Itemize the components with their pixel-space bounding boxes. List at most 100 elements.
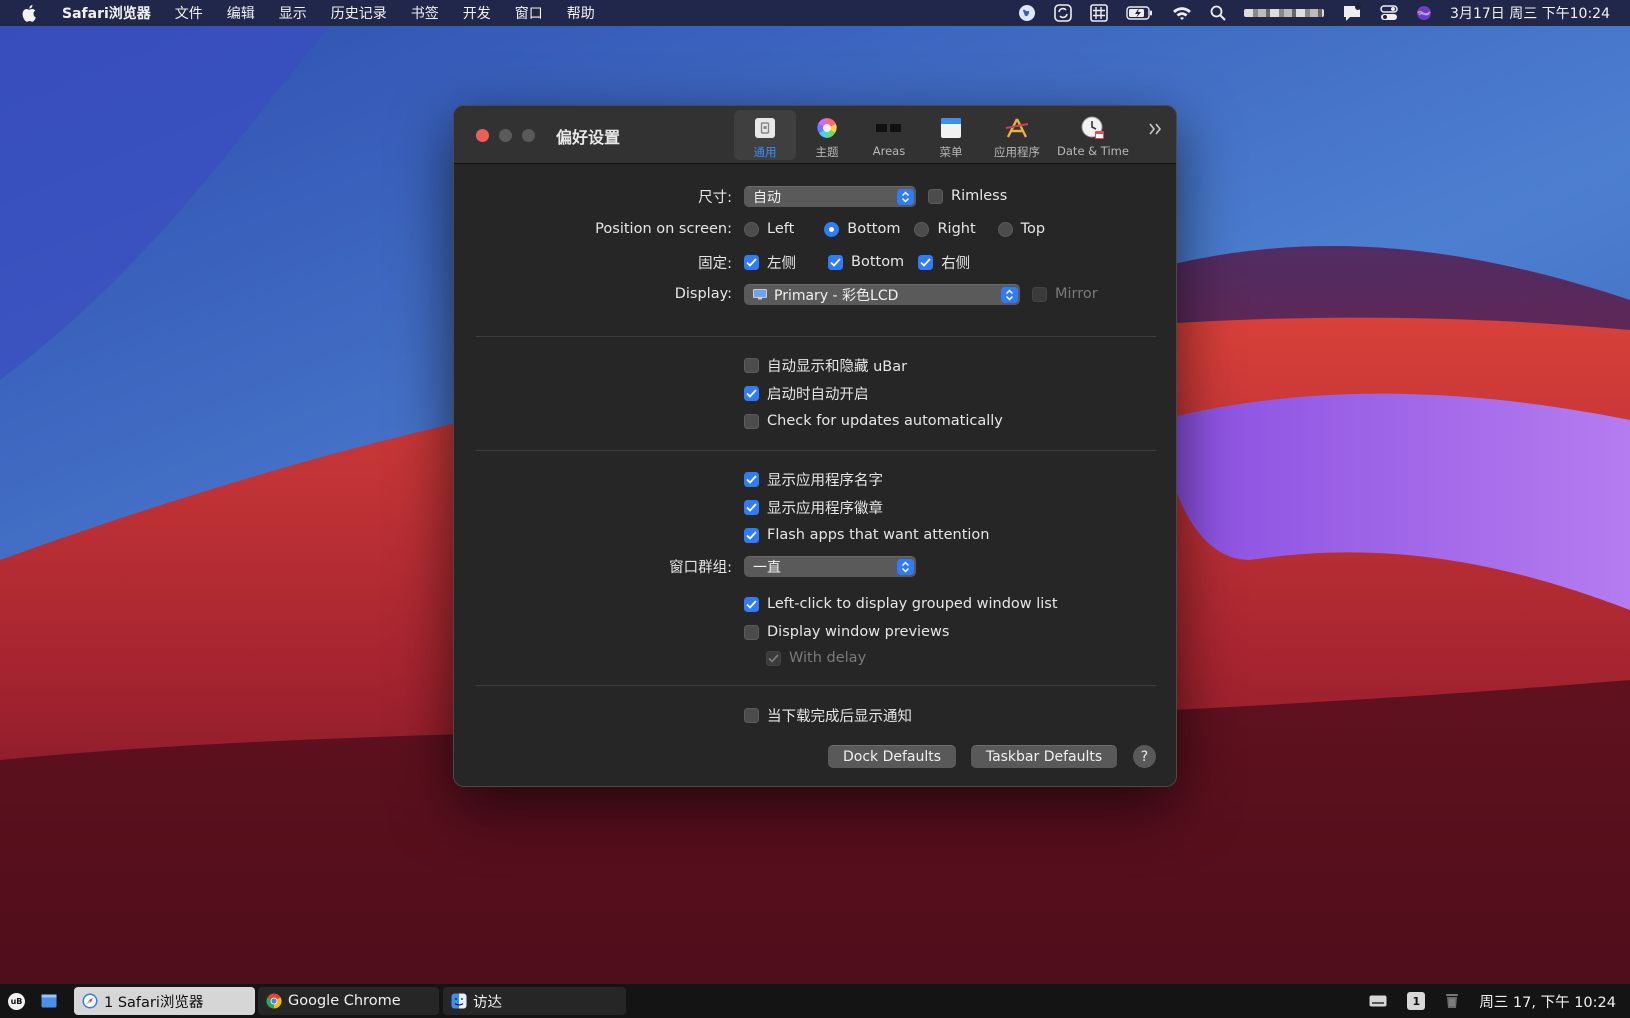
wifi-icon[interactable] xyxy=(1172,6,1192,21)
taskbar-app-safari[interactable]: 1 Safari浏览器 xyxy=(74,987,255,1015)
menu-history[interactable]: 历史记录 xyxy=(331,3,387,23)
position-right-option[interactable]: Right xyxy=(914,221,976,237)
desktop-number-badge[interactable]: 1 xyxy=(1407,992,1426,1010)
menu-develop[interactable]: 开发 xyxy=(463,3,491,23)
grouped-window-list-checkbox[interactable] xyxy=(744,596,759,612)
rimless-option[interactable]: Rimless xyxy=(928,188,1007,204)
position-top-label: Top xyxy=(1020,221,1046,237)
show-app-badges-option[interactable]: 显示应用程序徽章 xyxy=(744,497,883,518)
menu-view[interactable]: 显示 xyxy=(279,3,307,23)
apple-icon[interactable] xyxy=(22,4,44,22)
flash-apps-checkbox[interactable] xyxy=(744,527,759,543)
taskbar-app-finder[interactable]: 访达 xyxy=(443,987,626,1015)
menubar-clock[interactable]: 3月17日 周三 下午10:24 xyxy=(1450,3,1610,23)
tab-menu[interactable]: 菜单 xyxy=(920,110,982,160)
display-label: Display: xyxy=(674,286,732,302)
grouped-window-list-option[interactable]: Left-click to display grouped window lis… xyxy=(744,596,1058,612)
download-notify-checkbox[interactable] xyxy=(744,707,759,723)
tab-date-time-label: Date & Time xyxy=(1057,144,1129,158)
dock-defaults-button[interactable]: Dock Defaults xyxy=(828,745,956,768)
pin-left-option[interactable]: 左侧 xyxy=(744,252,796,273)
siri-icon[interactable] xyxy=(1416,5,1432,21)
help-button[interactable]: ? xyxy=(1133,745,1156,768)
grid-hash-icon[interactable] xyxy=(1090,4,1108,22)
window-previews-option[interactable]: Display window previews xyxy=(744,624,949,640)
sync-icon[interactable] xyxy=(1054,4,1072,22)
control-center-icon[interactable] xyxy=(1380,5,1398,21)
with-delay-option[interactable]: With delay xyxy=(766,650,866,666)
launch-at-login-checkbox[interactable] xyxy=(744,385,759,401)
zoom-button[interactable] xyxy=(522,129,535,142)
show-app-names-checkbox[interactable] xyxy=(744,471,759,487)
toolbar-overflow-icon[interactable] xyxy=(1148,120,1162,141)
theme-color-wheel-icon xyxy=(816,116,838,140)
tab-applications[interactable]: 应用程序 xyxy=(982,110,1052,160)
taskbar-app-chrome[interactable]: Google Chrome xyxy=(258,987,439,1015)
auto-hide-checkbox[interactable] xyxy=(744,357,759,373)
position-bottom-option[interactable]: Bottom xyxy=(824,221,900,237)
window-titlebar[interactable]: 偏好设置 通用 主题 Areas 菜单 应用程序 Date & Time xyxy=(454,106,1176,164)
position-top-radio[interactable] xyxy=(997,221,1013,237)
position-bottom-radio[interactable] xyxy=(824,221,840,237)
tab-general[interactable]: 通用 xyxy=(734,110,796,160)
close-button[interactable] xyxy=(476,129,489,142)
tab-theme[interactable]: 主题 xyxy=(796,110,858,160)
notification-icon[interactable] xyxy=(1342,4,1362,22)
with-delay-row: With delay xyxy=(454,646,1176,670)
window-group-popup[interactable]: 一直 xyxy=(744,555,916,577)
tab-applications-label: 应用程序 xyxy=(994,145,1040,159)
pin-left-checkbox[interactable] xyxy=(744,254,759,270)
auto-hide-option[interactable]: 自动显示和隐藏 uBar xyxy=(744,355,907,376)
grouped-window-list-label: Left-click to display grouped window lis… xyxy=(767,596,1058,612)
rimless-checkbox[interactable] xyxy=(928,188,943,204)
display-popup-value: Primary - 彩色LCD xyxy=(774,287,899,304)
with-delay-checkbox[interactable] xyxy=(766,650,781,666)
position-left-radio[interactable] xyxy=(744,221,759,237)
pin-bottom-label: Bottom xyxy=(851,254,905,270)
window-previews-checkbox[interactable] xyxy=(744,624,759,640)
tab-date-time[interactable]: Date & Time xyxy=(1052,110,1134,160)
check-updates-checkbox[interactable] xyxy=(744,413,759,429)
pin-right-option[interactable]: 右侧 xyxy=(918,252,970,273)
show-desktop-icon[interactable] xyxy=(41,994,57,1012)
menu-bar: Safari浏览器 文件 编辑 显示 历史记录 书签 开发 窗口 帮助 3月17… xyxy=(0,0,1630,26)
mirror-option[interactable]: Mirror xyxy=(1032,286,1098,302)
tab-areas[interactable]: Areas xyxy=(858,110,920,160)
position-right-label: Right xyxy=(937,221,976,237)
position-top-option[interactable]: Top xyxy=(997,221,1046,237)
download-notify-option[interactable]: 当下载完成后显示通知 xyxy=(744,705,912,726)
minimize-button[interactable] xyxy=(499,129,512,142)
auto-hide-row: 自动显示和隐藏 uBar xyxy=(454,353,1176,377)
chevron-updown-icon xyxy=(897,558,914,575)
show-app-badges-checkbox[interactable] xyxy=(744,499,759,515)
taskbar-defaults-button[interactable]: Taskbar Defaults xyxy=(971,745,1117,768)
menu-edit[interactable]: 编辑 xyxy=(227,3,255,23)
menu-help[interactable]: 帮助 xyxy=(567,3,595,23)
pin-bottom-option[interactable]: Bottom xyxy=(828,254,904,270)
taskbar-clock[interactable]: 周三 17, 下午 10:24 xyxy=(1479,991,1616,1012)
size-popup[interactable]: 自动 xyxy=(744,185,916,207)
menu-icon xyxy=(940,116,962,140)
mirror-checkbox[interactable] xyxy=(1032,286,1047,302)
pin-bottom-checkbox[interactable] xyxy=(828,254,843,270)
check-updates-option[interactable]: Check for updates automatically xyxy=(744,413,1003,429)
ubar-logo[interactable]: uB xyxy=(8,993,25,1010)
pin-right-checkbox[interactable] xyxy=(918,254,934,270)
display-popup[interactable]: Primary - 彩色LCD xyxy=(744,283,1020,305)
position-left-option[interactable]: Left xyxy=(744,221,794,237)
spotlight-search-icon[interactable] xyxy=(1210,5,1226,21)
battery-charging-icon[interactable] xyxy=(1126,6,1154,20)
show-app-names-option[interactable]: 显示应用程序名字 xyxy=(744,469,883,490)
position-right-radio[interactable] xyxy=(914,221,930,237)
window-group-popup-value: 一直 xyxy=(753,559,781,576)
keyboard-icon[interactable] xyxy=(1369,995,1387,1007)
menu-bookmarks[interactable]: 书签 xyxy=(411,3,439,23)
flash-apps-option[interactable]: Flash apps that want attention xyxy=(744,527,990,543)
size-popup-value: 自动 xyxy=(753,189,781,206)
trash-icon[interactable] xyxy=(1445,993,1459,1009)
launch-at-login-option[interactable]: 启动时自动开启 xyxy=(744,383,869,404)
vpn-globe-icon[interactable] xyxy=(1018,4,1036,22)
menu-app-name[interactable]: Safari浏览器 xyxy=(62,3,151,23)
menu-window[interactable]: 窗口 xyxy=(515,3,543,23)
menu-file[interactable]: 文件 xyxy=(175,3,203,23)
